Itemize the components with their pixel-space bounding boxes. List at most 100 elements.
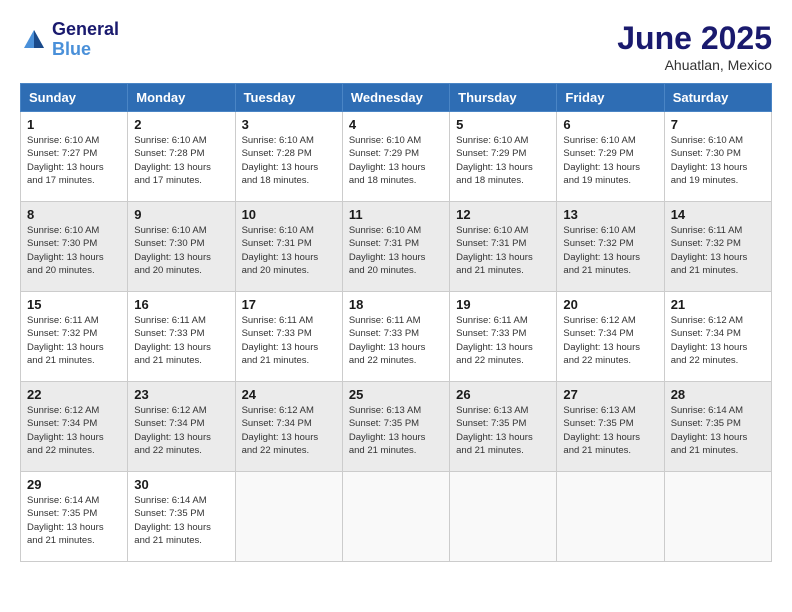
day-info: Sunrise: 6:13 AM Sunset: 7:35 PM Dayligh…: [563, 404, 657, 457]
day-cell-8: 8 Sunrise: 6:10 AM Sunset: 7:30 PM Dayli…: [21, 202, 128, 292]
day-cell-28: 28 Sunrise: 6:14 AM Sunset: 7:35 PM Dayl…: [664, 382, 771, 472]
day-info: Sunrise: 6:10 AM Sunset: 7:28 PM Dayligh…: [242, 134, 336, 187]
day-cell-4: 4 Sunrise: 6:10 AM Sunset: 7:29 PM Dayli…: [342, 112, 449, 202]
day-number: 21: [671, 297, 765, 312]
day-number: 18: [349, 297, 443, 312]
day-info: Sunrise: 6:10 AM Sunset: 7:29 PM Dayligh…: [456, 134, 550, 187]
day-info: Sunrise: 6:12 AM Sunset: 7:34 PM Dayligh…: [134, 404, 228, 457]
day-number: 26: [456, 387, 550, 402]
month-title: June 2025: [617, 20, 772, 57]
day-info: Sunrise: 6:10 AM Sunset: 7:30 PM Dayligh…: [27, 224, 121, 277]
calendar-table: Sunday Monday Tuesday Wednesday Thursday…: [20, 83, 772, 562]
day-cell-7: 7 Sunrise: 6:10 AM Sunset: 7:30 PM Dayli…: [664, 112, 771, 202]
day-info: Sunrise: 6:11 AM Sunset: 7:33 PM Dayligh…: [349, 314, 443, 367]
day-info: Sunrise: 6:12 AM Sunset: 7:34 PM Dayligh…: [563, 314, 657, 367]
day-number: 10: [242, 207, 336, 222]
day-cell-19: 19 Sunrise: 6:11 AM Sunset: 7:33 PM Dayl…: [450, 292, 557, 382]
day-number: 4: [349, 117, 443, 132]
day-number: 19: [456, 297, 550, 312]
calendar-header-row: Sunday Monday Tuesday Wednesday Thursday…: [21, 84, 772, 112]
day-info: Sunrise: 6:11 AM Sunset: 7:33 PM Dayligh…: [242, 314, 336, 367]
day-number: 14: [671, 207, 765, 222]
day-info: Sunrise: 6:10 AM Sunset: 7:29 PM Dayligh…: [349, 134, 443, 187]
day-number: 29: [27, 477, 121, 492]
day-number: 13: [563, 207, 657, 222]
day-cell-25: 25 Sunrise: 6:13 AM Sunset: 7:35 PM Dayl…: [342, 382, 449, 472]
empty-cell: [557, 472, 664, 562]
col-monday: Monday: [128, 84, 235, 112]
title-block: June 2025 Ahuatlan, Mexico: [617, 20, 772, 73]
day-info: Sunrise: 6:10 AM Sunset: 7:31 PM Dayligh…: [349, 224, 443, 277]
day-number: 6: [563, 117, 657, 132]
day-info: Sunrise: 6:11 AM Sunset: 7:32 PM Dayligh…: [671, 224, 765, 277]
day-number: 7: [671, 117, 765, 132]
day-number: 30: [134, 477, 228, 492]
day-number: 20: [563, 297, 657, 312]
day-cell-30: 30 Sunrise: 6:14 AM Sunset: 7:35 PM Dayl…: [128, 472, 235, 562]
day-number: 12: [456, 207, 550, 222]
col-friday: Friday: [557, 84, 664, 112]
day-cell-27: 27 Sunrise: 6:13 AM Sunset: 7:35 PM Dayl…: [557, 382, 664, 472]
day-info: Sunrise: 6:13 AM Sunset: 7:35 PM Dayligh…: [349, 404, 443, 457]
day-number: 23: [134, 387, 228, 402]
day-info: Sunrise: 6:10 AM Sunset: 7:31 PM Dayligh…: [242, 224, 336, 277]
day-number: 27: [563, 387, 657, 402]
day-cell-24: 24 Sunrise: 6:12 AM Sunset: 7:34 PM Dayl…: [235, 382, 342, 472]
col-sunday: Sunday: [21, 84, 128, 112]
day-info: Sunrise: 6:10 AM Sunset: 7:31 PM Dayligh…: [456, 224, 550, 277]
day-cell-16: 16 Sunrise: 6:11 AM Sunset: 7:33 PM Dayl…: [128, 292, 235, 382]
day-info: Sunrise: 6:14 AM Sunset: 7:35 PM Dayligh…: [27, 494, 121, 547]
logo-icon: [20, 26, 48, 54]
day-info: Sunrise: 6:12 AM Sunset: 7:34 PM Dayligh…: [671, 314, 765, 367]
day-info: Sunrise: 6:11 AM Sunset: 7:32 PM Dayligh…: [27, 314, 121, 367]
day-cell-18: 18 Sunrise: 6:11 AM Sunset: 7:33 PM Dayl…: [342, 292, 449, 382]
day-info: Sunrise: 6:11 AM Sunset: 7:33 PM Dayligh…: [456, 314, 550, 367]
day-number: 5: [456, 117, 550, 132]
day-cell-22: 22 Sunrise: 6:12 AM Sunset: 7:34 PM Dayl…: [21, 382, 128, 472]
calendar-row-5: 29 Sunrise: 6:14 AM Sunset: 7:35 PM Dayl…: [21, 472, 772, 562]
col-wednesday: Wednesday: [342, 84, 449, 112]
day-info: Sunrise: 6:11 AM Sunset: 7:33 PM Dayligh…: [134, 314, 228, 367]
day-cell-20: 20 Sunrise: 6:12 AM Sunset: 7:34 PM Dayl…: [557, 292, 664, 382]
day-cell-21: 21 Sunrise: 6:12 AM Sunset: 7:34 PM Dayl…: [664, 292, 771, 382]
empty-cell: [664, 472, 771, 562]
day-info: Sunrise: 6:10 AM Sunset: 7:32 PM Dayligh…: [563, 224, 657, 277]
day-number: 8: [27, 207, 121, 222]
day-cell-3: 3 Sunrise: 6:10 AM Sunset: 7:28 PM Dayli…: [235, 112, 342, 202]
empty-cell: [342, 472, 449, 562]
day-info: Sunrise: 6:12 AM Sunset: 7:34 PM Dayligh…: [27, 404, 121, 457]
calendar-row-3: 15 Sunrise: 6:11 AM Sunset: 7:32 PM Dayl…: [21, 292, 772, 382]
day-number: 11: [349, 207, 443, 222]
day-cell-23: 23 Sunrise: 6:12 AM Sunset: 7:34 PM Dayl…: [128, 382, 235, 472]
col-saturday: Saturday: [664, 84, 771, 112]
day-cell-26: 26 Sunrise: 6:13 AM Sunset: 7:35 PM Dayl…: [450, 382, 557, 472]
day-info: Sunrise: 6:10 AM Sunset: 7:30 PM Dayligh…: [671, 134, 765, 187]
day-info: Sunrise: 6:10 AM Sunset: 7:27 PM Dayligh…: [27, 134, 121, 187]
day-cell-15: 15 Sunrise: 6:11 AM Sunset: 7:32 PM Dayl…: [21, 292, 128, 382]
day-info: Sunrise: 6:14 AM Sunset: 7:35 PM Dayligh…: [671, 404, 765, 457]
day-cell-14: 14 Sunrise: 6:11 AM Sunset: 7:32 PM Dayl…: [664, 202, 771, 292]
empty-cell: [235, 472, 342, 562]
day-cell-5: 5 Sunrise: 6:10 AM Sunset: 7:29 PM Dayli…: [450, 112, 557, 202]
day-info: Sunrise: 6:10 AM Sunset: 7:30 PM Dayligh…: [134, 224, 228, 277]
day-number: 28: [671, 387, 765, 402]
day-number: 9: [134, 207, 228, 222]
calendar-row-1: 1 Sunrise: 6:10 AM Sunset: 7:27 PM Dayli…: [21, 112, 772, 202]
day-info: Sunrise: 6:14 AM Sunset: 7:35 PM Dayligh…: [134, 494, 228, 547]
day-number: 17: [242, 297, 336, 312]
day-cell-17: 17 Sunrise: 6:11 AM Sunset: 7:33 PM Dayl…: [235, 292, 342, 382]
calendar-row-2: 8 Sunrise: 6:10 AM Sunset: 7:30 PM Dayli…: [21, 202, 772, 292]
col-tuesday: Tuesday: [235, 84, 342, 112]
day-cell-13: 13 Sunrise: 6:10 AM Sunset: 7:32 PM Dayl…: [557, 202, 664, 292]
day-cell-29: 29 Sunrise: 6:14 AM Sunset: 7:35 PM Dayl…: [21, 472, 128, 562]
day-info: Sunrise: 6:10 AM Sunset: 7:28 PM Dayligh…: [134, 134, 228, 187]
day-number: 3: [242, 117, 336, 132]
day-number: 16: [134, 297, 228, 312]
day-cell-1: 1 Sunrise: 6:10 AM Sunset: 7:27 PM Dayli…: [21, 112, 128, 202]
day-cell-2: 2 Sunrise: 6:10 AM Sunset: 7:28 PM Dayli…: [128, 112, 235, 202]
day-number: 2: [134, 117, 228, 132]
day-cell-12: 12 Sunrise: 6:10 AM Sunset: 7:31 PM Dayl…: [450, 202, 557, 292]
day-cell-9: 9 Sunrise: 6:10 AM Sunset: 7:30 PM Dayli…: [128, 202, 235, 292]
day-cell-10: 10 Sunrise: 6:10 AM Sunset: 7:31 PM Dayl…: [235, 202, 342, 292]
day-info: Sunrise: 6:12 AM Sunset: 7:34 PM Dayligh…: [242, 404, 336, 457]
